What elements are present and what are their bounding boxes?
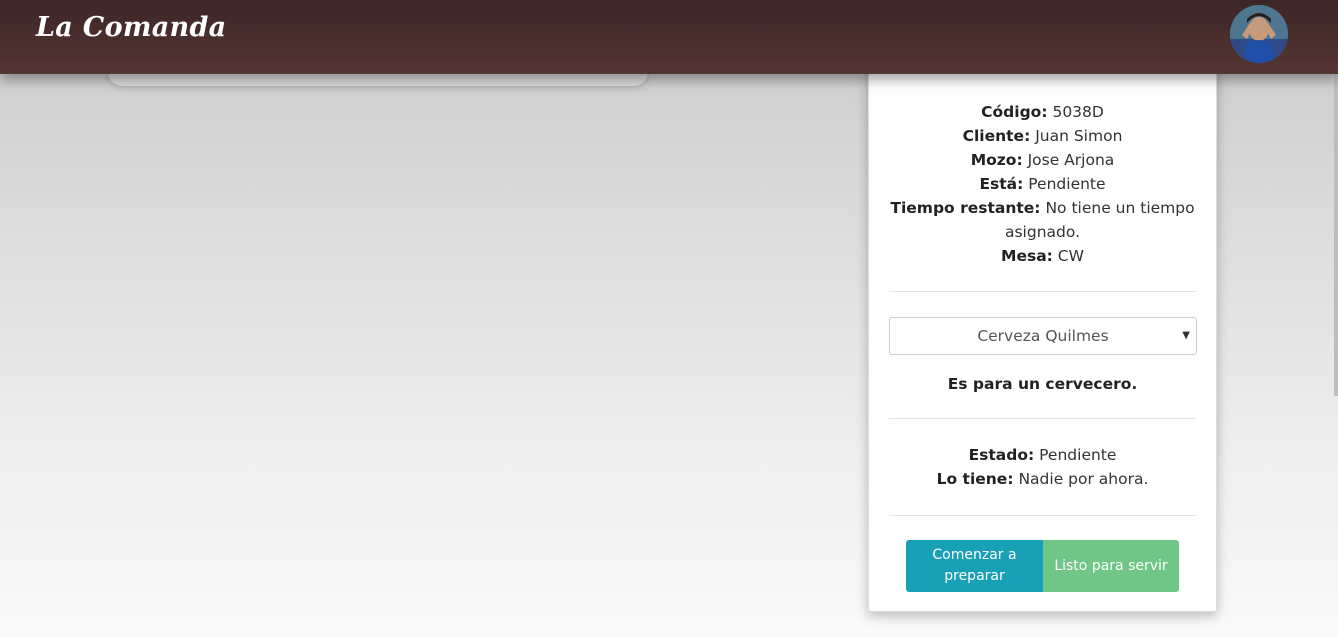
item-status-label: Estado: <box>968 446 1035 464</box>
order-time-label: Tiempo restante: <box>890 199 1041 217</box>
divider <box>889 418 1196 419</box>
divider <box>889 515 1196 516</box>
product-destination: Es para un cervecero. <box>947 375 1138 393</box>
order-state-row: Está: Pendiente <box>889 172 1196 196</box>
order-table-label: Mesa: <box>1001 247 1053 265</box>
order-time-row: Tiempo restante: No tiene un tiempo asig… <box>889 196 1196 244</box>
order-info: Código: 5038D Cliente: Juan Simon Mozo: … <box>889 100 1196 268</box>
order-client-value: Juan Simon <box>1035 127 1123 145</box>
item-status-row: Estado: Pendiente <box>889 443 1196 467</box>
page-scrollbar[interactable] <box>1334 74 1338 396</box>
product-select[interactable]: Cerveza Quilmes ▼ <box>889 317 1197 355</box>
order-table-value: CW <box>1057 247 1084 265</box>
order-card: Código: 5038D Cliente: Juan Simon Mozo: … <box>868 40 1217 612</box>
order-code-row: Código: 5038D <box>889 100 1196 124</box>
order-table-row: Mesa: CW <box>889 244 1196 268</box>
item-status-value: Pendiente <box>1039 446 1117 464</box>
ready-to-serve-button[interactable]: Listo para servir <box>1043 540 1179 592</box>
item-holder-label: Lo tiene: <box>936 470 1014 488</box>
avatar[interactable] <box>1230 5 1288 63</box>
divider <box>889 291 1196 292</box>
order-state-label: Está: <box>979 175 1024 193</box>
item-holder-value: Nadie por ahora. <box>1018 470 1149 488</box>
order-client-row: Cliente: Juan Simon <box>889 124 1196 148</box>
item-status: Estado: Pendiente Lo tiene: Nadie por ah… <box>889 443 1196 491</box>
order-code-label: Código: <box>981 103 1048 121</box>
order-state-value: Pendiente <box>1028 175 1106 193</box>
item-holder-row: Lo tiene: Nadie por ahora. <box>889 467 1196 491</box>
order-client-label: Cliente: <box>962 127 1031 145</box>
chevron-down-icon: ▼ <box>1182 330 1190 341</box>
order-waiter-value: Jose Arjona <box>1027 151 1115 169</box>
avatar-icon <box>1230 5 1288 63</box>
start-preparing-button[interactable]: Comenzar a preparar <box>906 540 1043 592</box>
product-select-value: Cerveza Quilmes <box>977 327 1109 345</box>
order-code-value: 5038D <box>1052 103 1104 121</box>
order-waiter-label: Mozo: <box>970 151 1023 169</box>
brand-logo[interactable]: La Comanda <box>36 12 226 43</box>
top-navbar: La Comanda <box>0 0 1338 74</box>
order-waiter-row: Mozo: Jose Arjona <box>889 148 1196 172</box>
